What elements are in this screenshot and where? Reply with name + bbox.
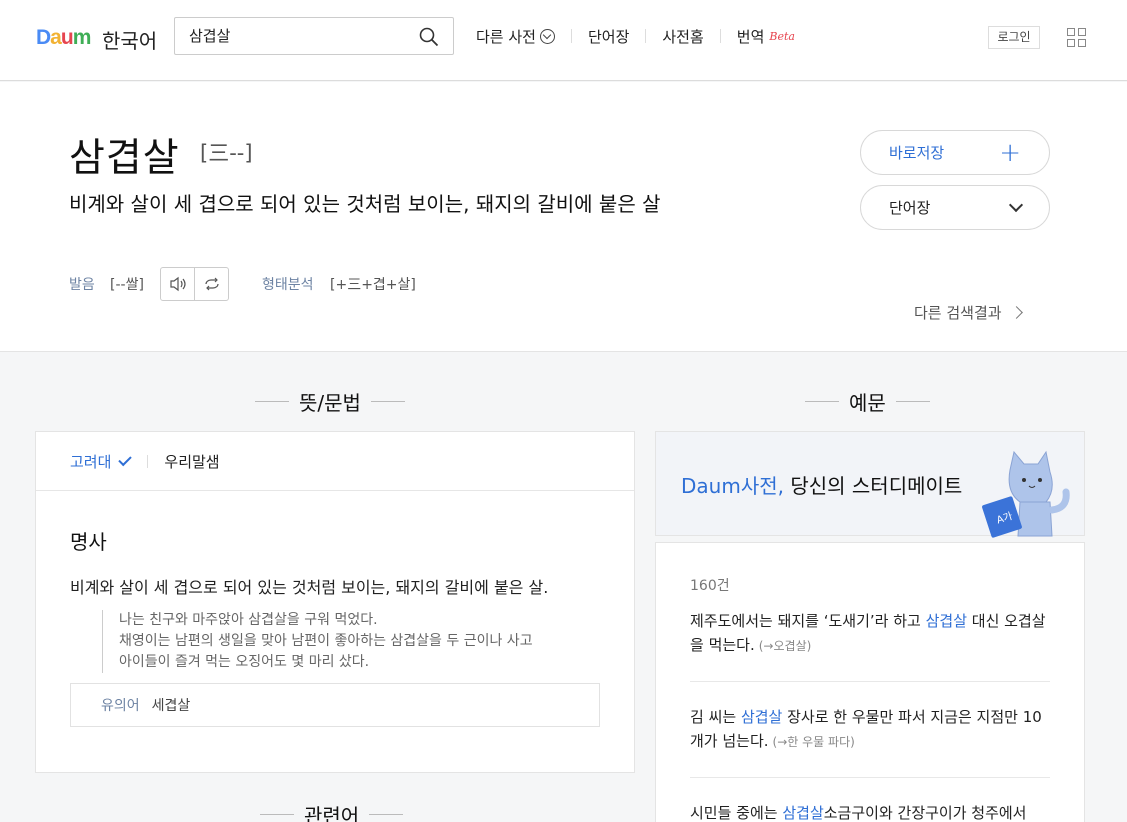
example-count: 160건 [690,578,730,594]
search-icon[interactable] [419,27,439,47]
repeat-icon[interactable] [194,268,228,300]
example-source-link[interactable]: (→오겹살) [759,639,812,653]
daum-logo[interactable]: Daum [36,26,91,50]
meaning-section-title: 뜻/문법 [255,387,405,416]
pronunciation-value: [--쌀] [110,277,144,293]
other-results-link[interactable]: 다른 검색결과 [914,302,1023,323]
check-icon [118,452,133,466]
meaning-panel: 고려대 우리말샘 명사 비계와 살이 세 겹으로 되어 있는 것처럼 보이는, … [35,431,635,773]
quick-save-button[interactable]: 바로저장 + [860,130,1050,175]
summary-definition: 비계와 살이 세 겹으로 되어 있는 것처럼 보이는, 돼지의 갈비에 붙은 살 [69,192,661,216]
synonym-label: 유의어 [101,698,140,714]
usage-example: 나는 친구와 마주앉아 삼겹살을 구워 먹었다. [119,612,378,628]
entry-summary: 삼겹살 [三--] 비계와 살이 세 겹으로 되어 있는 것처럼 보이는, 돼지… [0,82,1127,352]
examples-panel: 160건 제주도에서는 돼지를 ‘도새기’라 하고 삼겹살 대신 오겹살을 먹는… [655,542,1085,822]
nav-vocab[interactable]: 단어장 [588,26,629,47]
usage-example: 채영이는 남편의 생일을 맞아 남편이 좋아하는 삼겹살을 두 근이나 사고 [119,633,533,649]
part-of-speech: 명사 [70,530,107,554]
usage-examples: 나는 친구와 마주앉아 삼겹살을 구워 먹었다. 채영이는 남편의 생일을 맞아… [102,610,602,673]
chevron-down-icon [539,28,555,44]
usage-example: 아이들이 즐겨 먹는 오징어도 몇 마리 샀다. [119,654,370,670]
nav-dict-home[interactable]: 사전홈 [662,26,703,47]
chevron-right-icon [1009,306,1023,319]
example-item: 김 씨는 삼겹살 장사로 한 우물만 파서 지금은 지점만 10개가 넘는다.(… [690,708,1042,750]
search-input[interactable] [189,26,409,44]
morphology-value: [+三+겹+살] [330,277,416,293]
beta-badge: Beta [769,29,795,43]
examples-section-title: 예문 [805,387,930,416]
global-nav: 다른 사전 단어장 사전홈 번역 Beta [476,26,795,46]
audio-controls [160,267,229,301]
other-dictionary-menu[interactable]: 다른 사전 [476,26,555,47]
cat-mascot-icon: A가 [982,450,1070,538]
tab-korea-univ[interactable]: 고려대 [70,451,133,472]
sense-definition: 비계와 살이 세 겹으로 되어 있는 것처럼 보이는, 돼지의 갈비에 붙은 살… [70,578,549,597]
vocab-select-button[interactable]: 단어장 [860,185,1050,230]
source-tabs: 고려대 우리말샘 [36,432,634,491]
example-source-link[interactable]: (→한 우물 파다) [773,735,855,749]
plus-icon: + [999,137,1021,168]
example-item: 시민들 중에는 삼겹살소금구이와 간장구이가 청주에서 [690,804,1027,822]
tab-urimalsaem[interactable]: 우리말샘 [164,451,219,472]
header: Daum 한국어 다른 사전 단어장 사전홈 번역 Beta 로그인 [0,0,1127,81]
synonym-link[interactable]: 세겹살 [152,695,191,715]
related-section-title: 관련어 [260,800,404,822]
service-menu-icon[interactable] [1067,28,1086,47]
synonym-box: 유의어 세겹살 [70,683,600,727]
example-item: 제주도에서는 돼지를 ‘도새기’라 하고 삼겹살 대신 오겹살을 먹는다. (→오… [690,612,1046,654]
dictionary-language[interactable]: 한국어 [102,25,157,54]
headword-hanja: [三--] [200,141,253,165]
chevron-down-icon [1008,197,1024,212]
speaker-icon[interactable] [161,268,194,300]
headword: 삼겹살 [69,136,180,181]
banner-text: Daum사전, 당신의 스터디메이트 [681,474,963,498]
login-button[interactable]: 로그인 [988,26,1040,49]
search-box [174,17,454,55]
nav-translate[interactable]: 번역 Beta [737,26,795,47]
morphology-label: 형태분석 [262,277,314,293]
pronunciation-label: 발음 [69,277,95,293]
